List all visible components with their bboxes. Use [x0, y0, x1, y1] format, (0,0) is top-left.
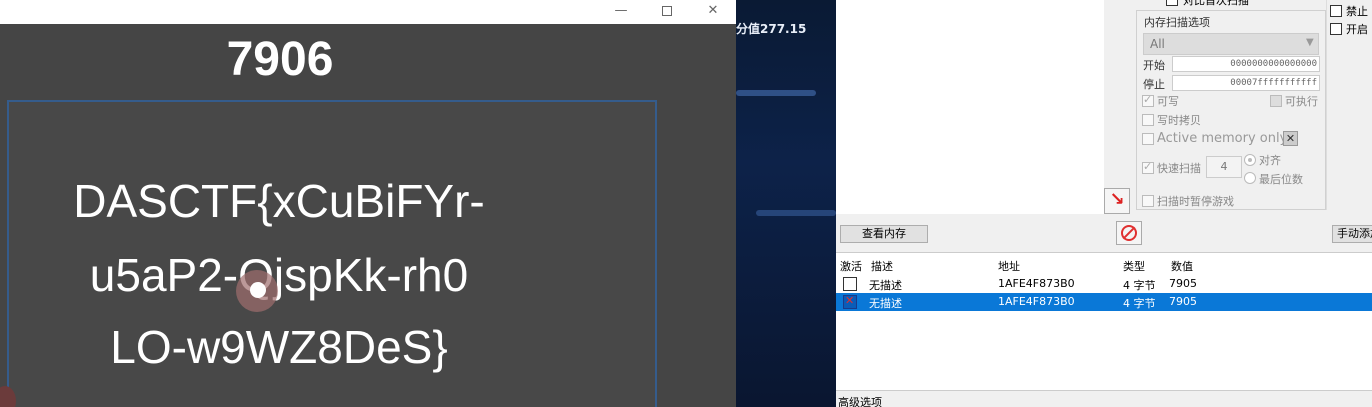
flag-panel: DASCTF{xCuBiFYr- u5aP2-QjspKk-rh0 LO-w9W… [7, 100, 657, 407]
active-checkbox[interactable] [843, 294, 857, 309]
score-display: 7906 [226, 33, 334, 86]
alignment-label: 对齐 [1259, 154, 1281, 167]
stop-address-input[interactable]: 00007fffffffffff [1172, 75, 1320, 91]
row-value[interactable]: 7905 [1169, 277, 1197, 290]
cursor-dot-icon [250, 282, 266, 298]
add-to-list-arrow-icon[interactable]: ↘ [1104, 188, 1130, 214]
clear-list-button[interactable] [1116, 221, 1142, 245]
pause-game-label: 扫描时暂停游戏 [1157, 195, 1234, 208]
row-type: 4 字节 [1123, 297, 1156, 310]
close-button[interactable]: ✕ [690, 0, 736, 24]
row-type: 4 字节 [1123, 279, 1156, 292]
no-entry-icon [1121, 225, 1137, 241]
advanced-options-bar[interactable]: 高级选项 [836, 390, 1372, 407]
score-value-text: 分值277.15 [736, 22, 807, 36]
last-digits-label: 最后位数 [1259, 173, 1303, 186]
copy-on-write-label: 写时拷贝 [1157, 114, 1201, 127]
active-checkbox[interactable] [843, 277, 857, 291]
cheat-engine-window: 对比首次扫描 内存扫描选项 All ▼ 开始 0000000000000000 … [836, 0, 1372, 407]
writable-checkbox[interactable] [1142, 93, 1154, 107]
active-memory-only-label: Active memory only [1157, 131, 1288, 146]
no-random-checkbox[interactable] [1330, 5, 1342, 17]
executable-checkbox[interactable] [1270, 95, 1282, 107]
column-header-address[interactable]: 地址 [998, 258, 1020, 274]
game-window: — ✕ 7906 DASCTF{xCuBiFYr- u5aP2-QjspKk-r… [0, 0, 736, 407]
maximize-icon [662, 6, 672, 16]
executable-label: 可执行 [1285, 95, 1318, 108]
close-icon[interactable]: ✕ [1283, 131, 1298, 146]
pause-game-checkbox[interactable] [1142, 195, 1154, 207]
row-address: 1AFE4F873B0 [998, 277, 1075, 290]
fast-scan-checkbox[interactable] [1142, 160, 1154, 174]
background-strip: 分值277.15 [736, 0, 836, 407]
manual-add-address-button[interactable]: 手动添加 [1332, 225, 1372, 243]
maximize-button[interactable] [644, 0, 690, 24]
flag-text-line: LO-w9WZ8DeS} [110, 321, 448, 373]
column-header-description[interactable]: 描述 [871, 258, 893, 274]
advanced-options-label: 高级选项 [838, 396, 882, 407]
scan-options-title: 内存扫描选项 [1142, 14, 1212, 30]
table-row[interactable]: 无描述 1AFE4F873B0 4 字节 7905 [836, 275, 1372, 293]
column-header-active[interactable]: 激活 [840, 258, 862, 274]
row-value[interactable]: 7905 [1169, 295, 1197, 308]
column-header-type[interactable]: 类型 [1123, 258, 1145, 274]
memory-region-select[interactable]: All [1143, 33, 1319, 55]
last-digits-radio[interactable] [1244, 172, 1256, 184]
fast-scan-label: 快速扫描 [1157, 162, 1201, 175]
minimize-button[interactable]: — [598, 0, 644, 24]
compare-first-scan-checkbox[interactable] [1166, 0, 1178, 6]
fast-scan-input[interactable]: 4 [1206, 156, 1242, 178]
writable-label: 可写 [1157, 95, 1179, 108]
chevron-down-icon: ▼ [1306, 37, 1314, 48]
enable-checkbox[interactable] [1330, 23, 1342, 35]
glow-decoration [756, 210, 836, 216]
row-description: 无描述 [869, 279, 902, 292]
row-address: 1AFE4F873B0 [998, 295, 1075, 308]
active-memory-only-checkbox[interactable] [1142, 133, 1154, 145]
start-address-label: 开始 [1143, 59, 1165, 72]
no-random-label: 禁止 [1346, 5, 1368, 18]
glow-decoration [736, 90, 816, 96]
column-header-value[interactable]: 数值 [1171, 258, 1193, 274]
enable-label: 开启 [1346, 23, 1368, 36]
table-row-selected[interactable]: 无描述 1AFE4F873B0 4 字节 7905 [836, 293, 1372, 311]
alignment-radio[interactable] [1244, 154, 1256, 166]
flag-text-line: DASCTF{xCuBiFYr- [73, 175, 485, 227]
start-address-input[interactable]: 0000000000000000 [1172, 56, 1320, 72]
compare-first-scan-label: 对比首次扫描 [1183, 0, 1249, 7]
game-titlebar: — ✕ [0, 0, 736, 24]
address-list: 激活 描述 地址 类型 数值 无描述 1AFE4F873B0 4 字节 7905… [836, 252, 1372, 390]
view-memory-button[interactable]: 查看内存 [840, 225, 928, 243]
row-description: 无描述 [869, 297, 902, 310]
stop-address-label: 停止 [1143, 78, 1165, 91]
scan-results-area[interactable] [836, 0, 1104, 214]
flag-text-line: u5aP2-QjspKk-rh0 [89, 249, 469, 301]
copy-on-write-checkbox[interactable] [1142, 114, 1154, 126]
